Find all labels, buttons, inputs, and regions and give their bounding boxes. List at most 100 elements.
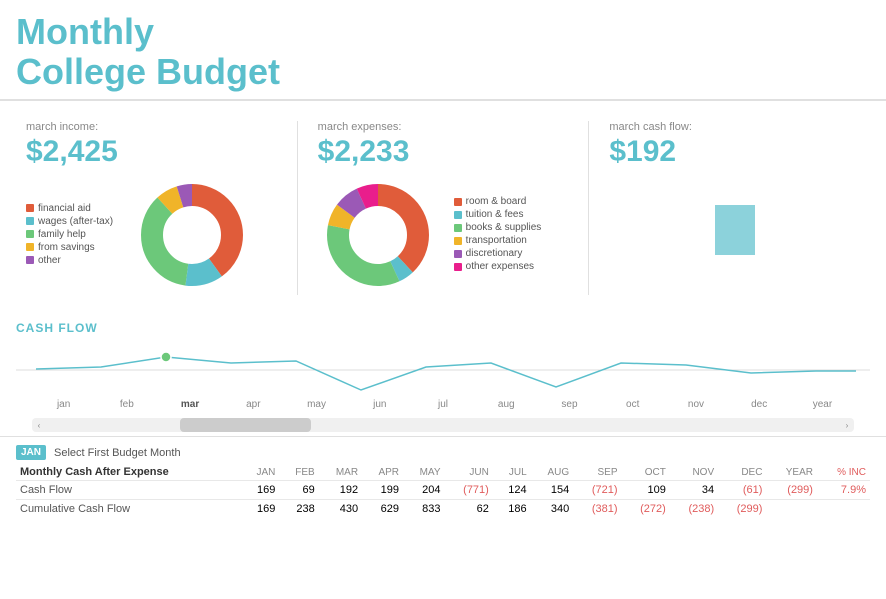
cashflow-mar: 192 <box>319 481 362 500</box>
cashflow-bar <box>715 205 755 255</box>
col-header-nov: NOV <box>670 464 718 481</box>
cum-may: 833 <box>403 500 445 519</box>
scrollbar[interactable]: ‹ › <box>32 418 854 432</box>
exp-legend-1: tuition & fees <box>454 209 544 220</box>
scrollbar-thumb[interactable] <box>180 418 312 432</box>
income-amount: $2,425 <box>26 135 277 169</box>
col-header-dec: DEC <box>718 464 766 481</box>
cashflow-card: march cash flow: $192 <box>599 113 870 303</box>
cashflow-sep: (721) <box>573 481 621 500</box>
cashflow-section-title: CASH FLOW <box>16 315 870 335</box>
cum-year <box>766 500 817 519</box>
jan-badge: JAN <box>16 445 46 460</box>
col-header-may: MAY <box>403 464 445 481</box>
legend-item-1: wages (after-tax) <box>26 216 116 227</box>
expenses-card: march expenses: $2,233 room & board <box>308 113 579 303</box>
exp-legend-0: room & board <box>454 196 544 207</box>
select-budget-month-label: Select First Budget Month <box>54 447 181 459</box>
row-label-cashflow: Cash Flow <box>16 481 241 500</box>
exp-legend-5: other expenses <box>454 261 544 272</box>
cashflow-jan: 169 <box>241 481 280 500</box>
scrollbar-left-arrow[interactable]: ‹ <box>32 418 46 432</box>
cum-pct <box>817 500 870 519</box>
col-header-jun: JUN <box>445 464 493 481</box>
month-apr: apr <box>222 399 285 410</box>
month-aug: aug <box>475 399 538 410</box>
cum-dec: (299) <box>718 500 766 519</box>
cashflow-amount: $192 <box>609 135 860 169</box>
cashflow-jul: 124 <box>493 481 531 500</box>
col-header-label: Monthly Cash After Expense <box>16 464 241 481</box>
cashflow-year: (299) <box>766 481 817 500</box>
expenses-amount: $2,233 <box>318 135 569 169</box>
table-section: JAN Select First Budget Month Monthly Ca… <box>0 436 886 518</box>
row-label-cumulative: Cumulative Cash Flow <box>16 500 241 519</box>
month-nov: nov <box>664 399 727 410</box>
col-header-aug: AUG <box>531 464 574 481</box>
cashflow-nov: 34 <box>670 481 718 500</box>
expenses-chart-area: room & board tuition & fees books & supp… <box>318 175 569 295</box>
table-header-row: JAN Select First Budget Month <box>16 445 870 460</box>
legend-item-0: financial aid <box>26 203 116 214</box>
income-card: march income: $2,425 financial aid wages… <box>16 113 287 303</box>
scrollbar-right-arrow[interactable]: › <box>840 418 854 432</box>
cum-sep: (381) <box>573 500 621 519</box>
page-title: Monthly College Budget <box>16 12 870 91</box>
expenses-legend: room & board tuition & fees books & supp… <box>454 196 544 274</box>
cum-aug: 340 <box>531 500 574 519</box>
expenses-donut <box>318 175 438 295</box>
cum-apr: 629 <box>362 500 403 519</box>
cashflow-feb: 69 <box>279 481 318 500</box>
cashflow-oct: 109 <box>622 481 670 500</box>
month-jun: jun <box>348 399 411 410</box>
table-header: Monthly Cash After Expense JAN FEB MAR A… <box>16 464 870 481</box>
divider-2 <box>588 121 589 295</box>
cashflow-line-chart <box>16 335 870 395</box>
income-legend: financial aid wages (after-tax) family h… <box>26 203 116 268</box>
income-chart-area: financial aid wages (after-tax) family h… <box>26 175 277 295</box>
legend-item-4: other <box>26 255 116 266</box>
cum-mar: 430 <box>319 500 362 519</box>
month-may: may <box>285 399 348 410</box>
col-header-mar: MAR <box>319 464 362 481</box>
exp-legend-2: books & supplies <box>454 222 544 233</box>
cashflow-pct: 7.9% <box>817 481 870 500</box>
month-sep: sep <box>538 399 601 410</box>
exp-legend-4: discretionary <box>454 248 544 259</box>
cashflow-bar-chart <box>609 175 860 255</box>
month-year: year <box>791 399 854 410</box>
col-header-jul: JUL <box>493 464 531 481</box>
cashflow-may: 204 <box>403 481 445 500</box>
cashflow-svg <box>16 335 870 395</box>
col-header-jan: JAN <box>241 464 280 481</box>
cum-feb: 238 <box>279 500 318 519</box>
col-header-feb: FEB <box>279 464 318 481</box>
col-header-sep: SEP <box>573 464 621 481</box>
budget-table: Monthly Cash After Expense JAN FEB MAR A… <box>16 464 870 518</box>
table-row-cashflow: Cash Flow 169 69 192 199 204 (771) 124 1… <box>16 481 870 500</box>
month-feb: feb <box>95 399 158 410</box>
top-summary: march income: $2,425 financial aid wages… <box>0 101 886 315</box>
col-header-apr: APR <box>362 464 403 481</box>
page-header: Monthly College Budget <box>0 0 886 101</box>
cum-jan: 169 <box>241 500 280 519</box>
legend-item-2: family help <box>26 229 116 240</box>
cum-jun: 62 <box>445 500 493 519</box>
cashflow-label: march cash flow: <box>609 121 860 133</box>
exp-legend-3: transportation <box>454 235 544 246</box>
month-jul: jul <box>411 399 474 410</box>
col-header-oct: OCT <box>622 464 670 481</box>
cashflow-apr: 199 <box>362 481 403 500</box>
col-header-year: YEAR <box>766 464 817 481</box>
month-dec: dec <box>728 399 791 410</box>
month-jan: jan <box>32 399 95 410</box>
income-label: march income: <box>26 121 277 133</box>
cashflow-aug: 154 <box>531 481 574 500</box>
month-mar: mar <box>158 399 221 410</box>
month-oct: oct <box>601 399 664 410</box>
expenses-label: march expenses: <box>318 121 569 133</box>
cashflow-dec: (61) <box>718 481 766 500</box>
table-row-cumulative: Cumulative Cash Flow 169 238 430 629 833… <box>16 500 870 519</box>
cashflow-section: CASH FLOW jan feb mar apr may jun jul au… <box>0 315 886 432</box>
income-donut <box>132 175 252 295</box>
